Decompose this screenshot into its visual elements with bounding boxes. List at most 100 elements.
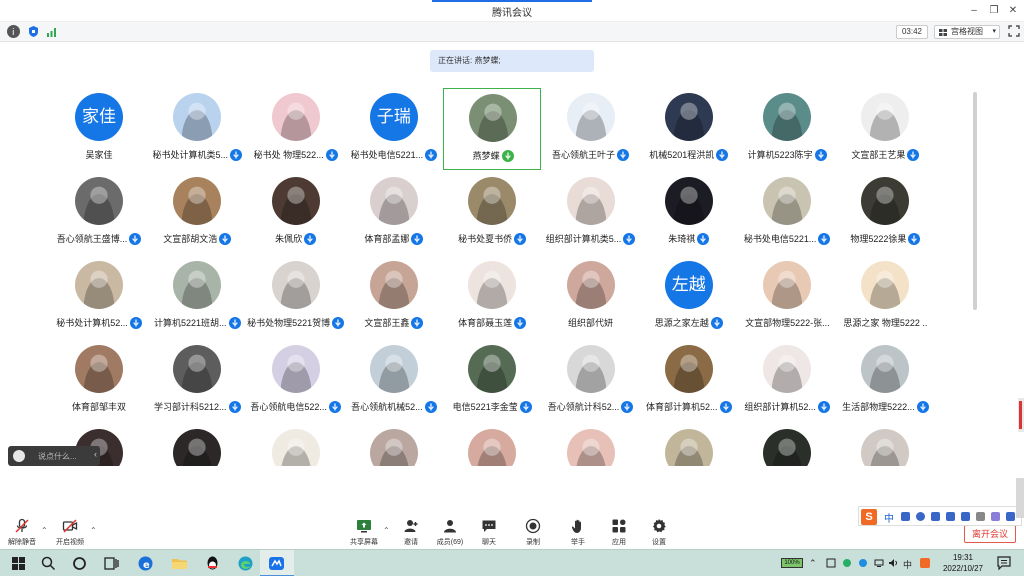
participant-tile[interactable] xyxy=(345,424,443,466)
skin-icon[interactable] xyxy=(991,512,1000,521)
task-view-icon[interactable] xyxy=(103,555,120,572)
participant-tile[interactable] xyxy=(443,424,541,466)
participant-tile[interactable]: 家佳 吴家佳 xyxy=(50,88,148,170)
notification-icon[interactable] xyxy=(997,556,1011,570)
participant-tile[interactable]: 秘书处 物理522... xyxy=(247,88,345,170)
participant-tile[interactable]: 组织部计算机类5... xyxy=(542,172,640,254)
onedrive-icon[interactable] xyxy=(826,558,836,568)
minimize-icon[interactable]: – xyxy=(966,3,982,19)
grid-menu-icon[interactable] xyxy=(1006,512,1015,521)
ime-tray-mode[interactable]: 中 xyxy=(903,558,913,570)
windows-start-icon[interactable] xyxy=(10,555,27,572)
participant-tile[interactable] xyxy=(738,424,836,466)
cortana-icon[interactable] xyxy=(71,555,88,572)
wechat-icon[interactable] xyxy=(842,558,852,568)
audio-options-caret[interactable]: ⌃ xyxy=(41,526,48,535)
participant-tile[interactable]: 左越 思源之家左越 xyxy=(640,256,738,338)
participant-tile[interactable]: 电信5221李金莹 xyxy=(443,340,541,422)
participant-tile[interactable]: 吾心领航王盛博... xyxy=(50,172,148,254)
chat-input[interactable]: 说点什么... ‹ xyxy=(8,446,100,466)
chat-button[interactable]: 聊天 xyxy=(467,518,511,548)
participant-tile[interactable]: 文宣部物理5222-张... xyxy=(738,256,836,338)
tencent-meeting-icon[interactable] xyxy=(268,555,285,572)
clock-time[interactable]: 19:31 xyxy=(936,553,990,562)
participant-tile[interactable]: 文宣部胡文浩 xyxy=(148,172,246,254)
mic-icon[interactable] xyxy=(931,512,940,521)
chevron-left-icon[interactable]: ‹ xyxy=(94,449,97,459)
participant-tile[interactable]: 吾心领航电信522... xyxy=(247,340,345,422)
ime-mode[interactable]: 中 xyxy=(884,510,894,525)
share-screen-button[interactable]: 共享屏幕 xyxy=(342,518,386,548)
participant-tile[interactable]: 文宣部王鑫 xyxy=(345,256,443,338)
punctuation-icon[interactable] xyxy=(901,512,910,521)
emoji-icon[interactable] xyxy=(13,450,25,462)
keyboard-icon[interactable] xyxy=(961,512,970,521)
participant-tile[interactable]: 文宣部王艺果 xyxy=(836,88,934,170)
participant-tile[interactable]: 吾心领航计科52... xyxy=(542,340,640,422)
sogou-logo-icon[interactable]: S xyxy=(861,509,877,525)
participant-tile[interactable]: 思源之家 物理5222 ... xyxy=(836,256,934,338)
participant-tile[interactable]: 秘书处电信5221... xyxy=(738,172,836,254)
participant-tile[interactable]: 朱琦祺 xyxy=(640,172,738,254)
participant-tile[interactable]: 组织部计算机52... xyxy=(738,340,836,422)
participant-tile[interactable]: 体育部聂玉莲 xyxy=(443,256,541,338)
clock-date[interactable]: 2022/10/27 xyxy=(936,564,990,573)
info-icon[interactable]: i xyxy=(7,25,20,38)
signal-icon[interactable] xyxy=(46,25,59,38)
participant-tile[interactable]: 体育部孟娜 xyxy=(345,172,443,254)
side-panel-handle[interactable] xyxy=(1016,478,1024,518)
apps-button[interactable]: 应用 xyxy=(597,518,641,548)
participant-tile[interactable]: 机械5201程洪凯 xyxy=(640,88,738,170)
participant-tile[interactable]: 吾心领航机械52... xyxy=(345,340,443,422)
participant-tile[interactable]: 组织部代妍 xyxy=(542,256,640,338)
participant-tile[interactable]: 生活部物理5222... xyxy=(836,340,934,422)
close-icon[interactable]: ✕ xyxy=(1005,3,1021,19)
participant-tile[interactable] xyxy=(640,424,738,466)
video-options-caret[interactable]: ⌃ xyxy=(90,526,97,535)
participant-tile[interactable]: 体育部计算机52... xyxy=(640,340,738,422)
participant-tile[interactable]: 物理5222徐果 xyxy=(836,172,934,254)
sogou-tray-icon[interactable] xyxy=(920,558,930,568)
participant-tile[interactable]: 朱佩欣 xyxy=(247,172,345,254)
settings-button[interactable]: 设置 xyxy=(637,518,681,548)
participant-tile[interactable] xyxy=(247,424,345,466)
edge-icon[interactable] xyxy=(237,555,254,572)
invite-button[interactable]: 邀请 xyxy=(389,518,433,548)
start-video-button[interactable]: 开启视频 xyxy=(48,518,92,548)
restore-icon[interactable]: ❐ xyxy=(986,3,1002,19)
participant-tile[interactable] xyxy=(542,424,640,466)
participant-tile[interactable]: 学习部计科5212... xyxy=(148,340,246,422)
members-button[interactable]: 成员(69) xyxy=(428,518,472,548)
participant-tile[interactable]: 计算机5221班胡... xyxy=(148,256,246,338)
chevron-up-icon[interactable]: ⌃ xyxy=(809,558,819,568)
participant-tile[interactable]: 秘书处物理5221贺博 xyxy=(247,256,345,338)
participant-tile[interactable]: 燕梦蝶 xyxy=(443,88,542,170)
participant-tile[interactable]: 秘书处计算机52... xyxy=(50,256,148,338)
view-mode-select[interactable]: 宫格视图 ▾ xyxy=(934,25,1000,39)
symbol-icon[interactable] xyxy=(946,512,955,521)
fullscreen-icon[interactable] xyxy=(1008,25,1020,37)
participant-tile[interactable]: 秘书处夏书侨 xyxy=(443,172,541,254)
raise-hand-button[interactable]: 举手 xyxy=(556,518,600,548)
participant-tile[interactable]: 计算机5223陈宇 xyxy=(738,88,836,170)
participant-tile[interactable] xyxy=(836,424,934,466)
emoji-icon[interactable] xyxy=(916,512,925,521)
side-scroll-indicator[interactable] xyxy=(1018,398,1024,432)
participant-tile[interactable]: 子瑞 秘书处电信5221... xyxy=(345,88,443,170)
volume-icon[interactable] xyxy=(888,558,898,568)
leave-meeting-button[interactable]: 离开会议 xyxy=(964,525,1016,543)
battery-indicator[interactable]: 100% xyxy=(781,558,803,568)
participant-tile[interactable]: 秘书处计算机类5... xyxy=(148,88,246,170)
browser-icon[interactable]: e xyxy=(137,555,154,572)
search-icon[interactable] xyxy=(40,555,57,572)
participant-tile[interactable] xyxy=(148,424,246,466)
app-tray-icon[interactable] xyxy=(858,558,868,568)
network-icon[interactable] xyxy=(874,558,884,568)
unmute-button[interactable]: 解除静音 xyxy=(0,518,44,548)
folder-icon[interactable] xyxy=(171,555,188,572)
record-button[interactable]: 录制 xyxy=(511,518,555,548)
participant-tile[interactable]: 体育部邹丰双 xyxy=(50,340,148,422)
participant-tile[interactable]: 吾心领航王叶子 xyxy=(542,88,640,170)
shield-icon[interactable] xyxy=(27,25,40,38)
qq-icon[interactable] xyxy=(204,555,221,572)
